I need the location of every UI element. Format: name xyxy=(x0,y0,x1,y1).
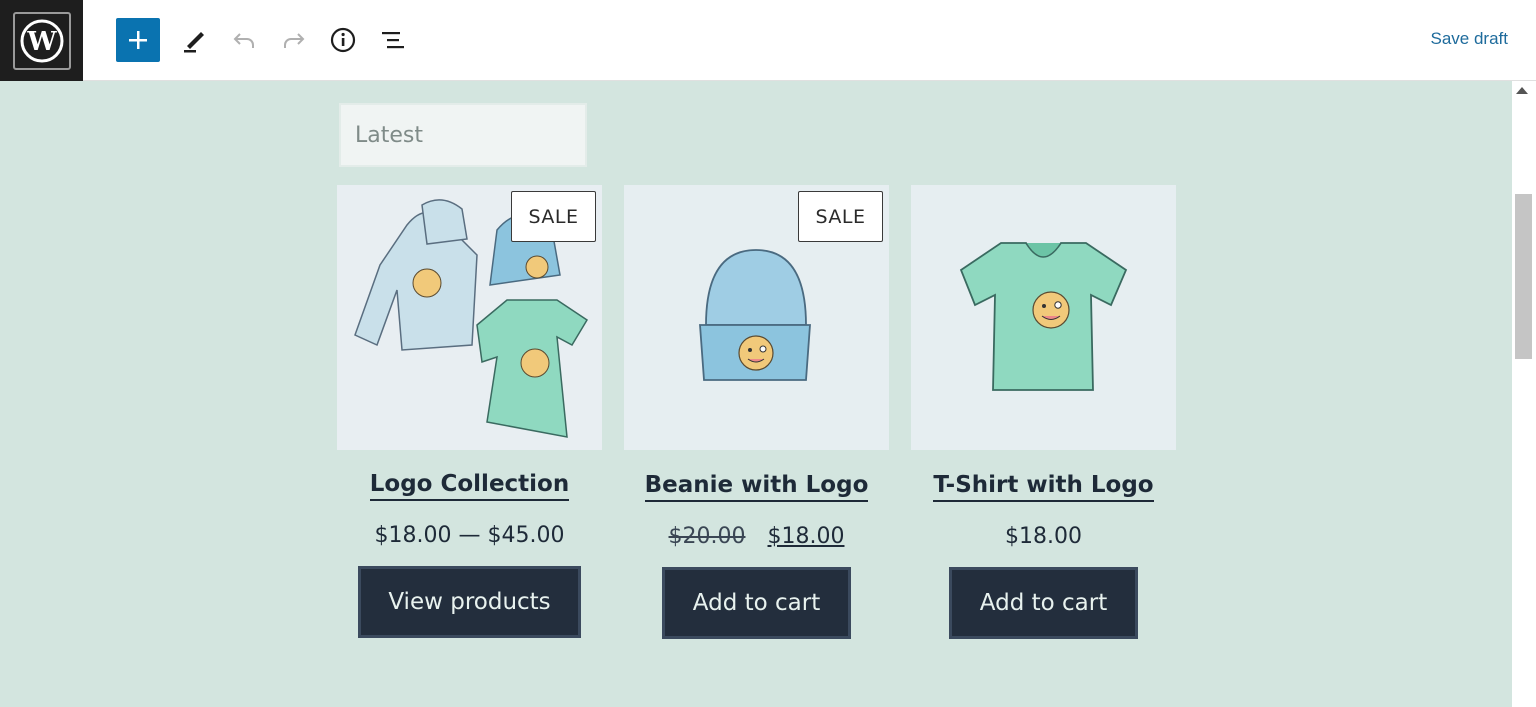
add-to-cart-button[interactable]: Add to cart xyxy=(949,567,1138,639)
sort-select[interactable]: Latest xyxy=(339,103,587,167)
tshirt-illustration xyxy=(959,242,1128,391)
product-price: $20.00 $18.00 xyxy=(624,524,889,549)
wordpress-logo-button[interactable]: W xyxy=(0,0,83,81)
redo-icon xyxy=(284,33,305,48)
undo-icon xyxy=(233,33,254,48)
details-button[interactable] xyxy=(321,18,365,62)
plus-icon xyxy=(129,31,147,49)
product-title[interactable]: Logo Collection xyxy=(337,471,602,501)
product-card: T-Shirt with Logo $18.00 Add to cart xyxy=(911,185,1176,639)
pencil-icon xyxy=(184,32,204,53)
undo-button[interactable] xyxy=(222,18,266,62)
product-image[interactable]: SALE xyxy=(337,185,602,450)
editor-toolbar: W Save draft xyxy=(0,0,1536,81)
list-view-icon xyxy=(382,32,404,49)
product-card: SALE Beanie with Logo $20.00 $18.00 Add t… xyxy=(624,185,889,639)
sale-badge: SALE xyxy=(798,191,883,242)
scrollbar-thumb[interactable] xyxy=(1515,194,1532,359)
sale-badge: SALE xyxy=(511,191,596,242)
product-title[interactable]: Beanie with Logo xyxy=(624,472,889,502)
info-icon xyxy=(330,27,356,53)
sale-price: $18.00 xyxy=(767,524,845,549)
product-image[interactable]: SALE xyxy=(624,185,889,450)
original-price: $20.00 xyxy=(668,524,746,549)
redo-button[interactable] xyxy=(272,18,316,62)
add-block-button[interactable] xyxy=(116,18,160,62)
view-products-button[interactable]: View products xyxy=(358,566,581,638)
wordpress-logo-icon: W xyxy=(12,11,71,70)
list-view-button[interactable] xyxy=(371,18,415,62)
product-title[interactable]: T-Shirt with Logo xyxy=(911,472,1176,502)
scrollbar[interactable] xyxy=(1512,81,1536,707)
add-to-cart-button[interactable]: Add to cart xyxy=(662,567,851,639)
save-draft-button[interactable]: Save draft xyxy=(1431,29,1509,49)
tools-button[interactable] xyxy=(173,18,217,62)
product-image[interactable] xyxy=(911,185,1176,450)
product-price: $18.00 — $45.00 xyxy=(374,523,565,548)
product-card: SALE Logo Collection $18.00 — $45.00 Vie… xyxy=(337,185,602,638)
product-price: $18.00 xyxy=(1005,524,1082,549)
svg-text:W: W xyxy=(26,27,57,57)
scroll-up-arrow[interactable] xyxy=(1516,87,1528,94)
